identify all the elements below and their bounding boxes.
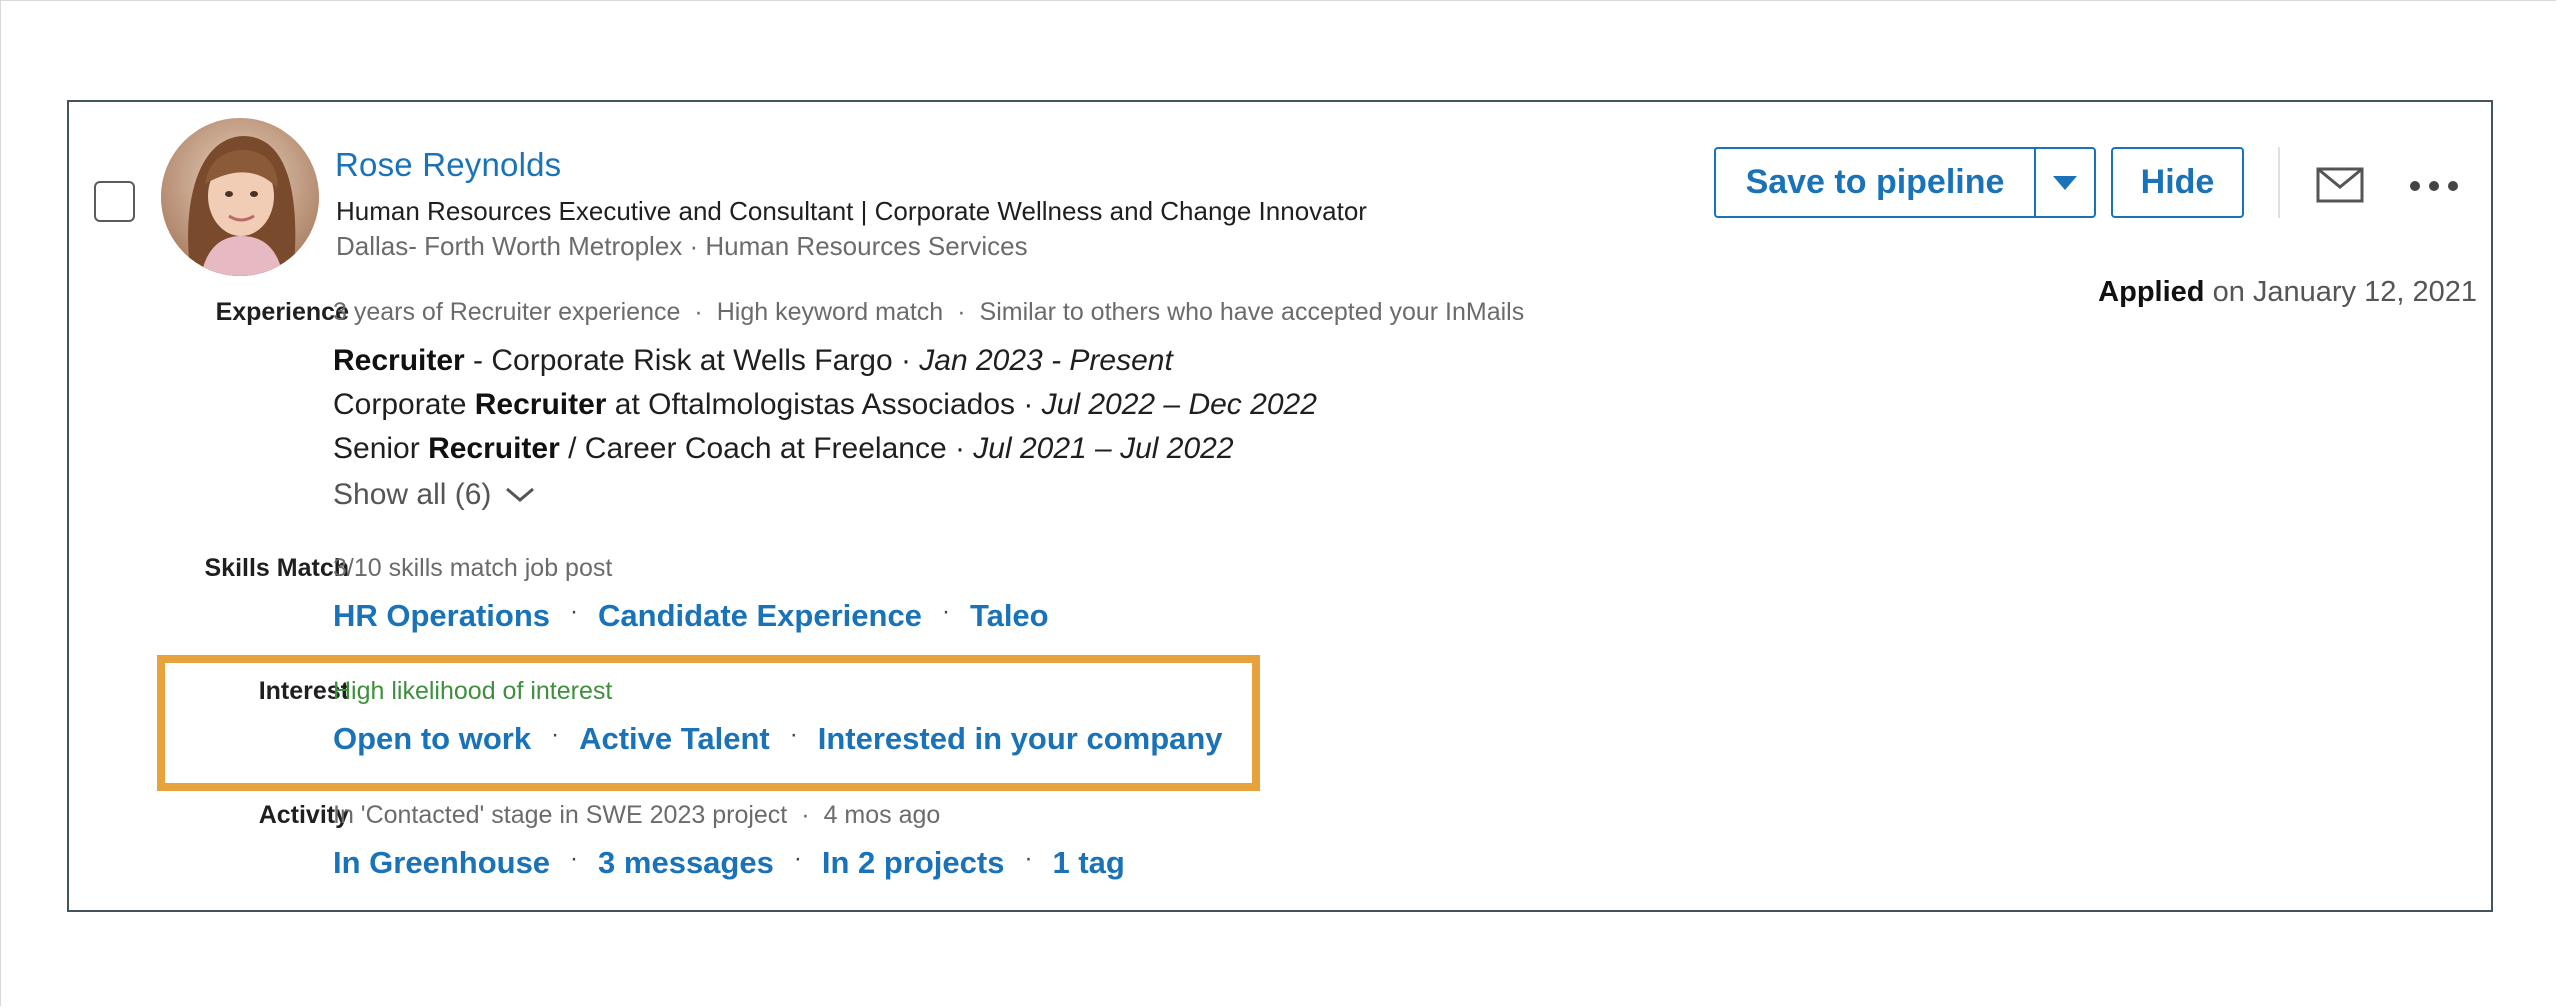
experience-summary: 3 years of Recruiter experience · High key…	[333, 298, 1525, 326]
candidate-name[interactable]: Rose Reynolds	[335, 146, 561, 184]
activity-summary: In 'Contacted' stage in SWE 2023 project…	[333, 801, 941, 829]
skill-link[interactable]: Candidate Experience	[598, 598, 922, 634]
applied-label: Applied	[2098, 276, 2205, 308]
activity-time: 4 mos ago	[823, 801, 941, 829]
interest-list: Open to work · Active Talent · Interested in…	[333, 721, 1223, 757]
select-checkbox[interactable]	[94, 181, 135, 222]
interest-link[interactable]: Open to work	[333, 721, 531, 757]
candidate-location: Dallas- Forth Worth Metroplex · Human Re…	[336, 231, 1028, 261]
show-all-experience-button[interactable]: Show all (6)	[333, 478, 535, 512]
save-to-pipeline-button[interactable]: Save to pipeline	[1716, 149, 2036, 216]
experience-position[interactable]: Recruiter - Corporate Risk at Wells Farg…	[333, 344, 1173, 378]
more-icon[interactable]	[2408, 179, 2460, 193]
experience-summary-item: Similar to others who have accepted your…	[979, 298, 1525, 326]
position-prefix: Corporate	[333, 388, 475, 421]
action-divider	[2278, 147, 2280, 218]
interest-label: Interest	[258, 677, 349, 705]
chevron-down-icon	[506, 487, 535, 502]
save-options-dropdown[interactable]	[2036, 149, 2094, 216]
avatar[interactable]	[161, 118, 319, 276]
experience-position[interactable]: Senior Recruiter / Career Coach at Freel…	[333, 432, 1234, 466]
position-keyword: Recruiter	[333, 344, 465, 377]
position-prefix: Senior	[333, 432, 429, 465]
position-dates: Jan 2023 - Present	[919, 344, 1173, 377]
applied-date: on January 12, 2021	[2212, 276, 2477, 308]
experience-summary-item: 3 years of Recruiter experience	[333, 298, 681, 326]
show-all-label: Show all (6)	[333, 478, 492, 511]
position-dates: Jul 2022 – Dec 2022	[1041, 388, 1317, 421]
skill-link[interactable]: HR Operations	[333, 598, 550, 634]
candidate-headline: Human Resources Executive and Consultant…	[336, 196, 1367, 226]
activity-link[interactable]: In 2 projects	[822, 845, 1005, 881]
mail-icon[interactable]	[2316, 167, 2364, 203]
position-detail: at Oftalmologistas Associados ·	[606, 388, 1042, 421]
applied-status: Applied on January 12, 2021	[2098, 276, 2477, 309]
activity-link[interactable]: In Greenhouse	[333, 845, 550, 881]
position-detail: / Career Coach at Freelance ·	[559, 432, 974, 465]
skill-link[interactable]: Taleo	[970, 598, 1049, 634]
experience-summary-item: High keyword match	[716, 298, 944, 326]
position-keyword: Recruiter	[428, 432, 560, 465]
experience-position[interactable]: Corporate Recruiter at Oftalmologistas A…	[333, 388, 1317, 422]
interest-summary: High likelihood of interest	[333, 677, 613, 705]
hide-button[interactable]: Hide	[2111, 147, 2244, 218]
activity-list: In Greenhouse · 3 messages · In 2 projects · 1…	[333, 845, 1125, 881]
activity-stage: In 'Contacted' stage in SWE 2023 project	[333, 801, 788, 829]
position-detail: - Corporate Risk at Wells Fargo ·	[464, 344, 920, 377]
interest-link[interactable]: Active Talent	[579, 721, 770, 757]
activity-label: Activity	[258, 801, 349, 829]
skills-list: HR Operations · Candidate Experience · Taleo	[333, 598, 1049, 634]
interest-link[interactable]: Interested in your company	[818, 721, 1223, 757]
avatar-photo	[161, 118, 319, 276]
skills-label: Skills Match	[204, 554, 350, 582]
activity-link[interactable]: 1 tag	[1052, 845, 1124, 881]
activity-link[interactable]: 3 messages	[598, 845, 774, 881]
skills-summary: 3/10 skills match job post	[333, 554, 613, 582]
position-dates: Jul 2021 – Jul 2022	[973, 432, 1234, 465]
caret-down-icon	[2053, 175, 2077, 190]
position-keyword: Recruiter	[474, 388, 607, 421]
candidate-card: Rose Reynolds Human Resources Executive …	[67, 100, 2493, 912]
experience-label: Experience	[215, 298, 349, 326]
save-to-pipeline-group: Save to pipeline	[1714, 147, 2096, 218]
